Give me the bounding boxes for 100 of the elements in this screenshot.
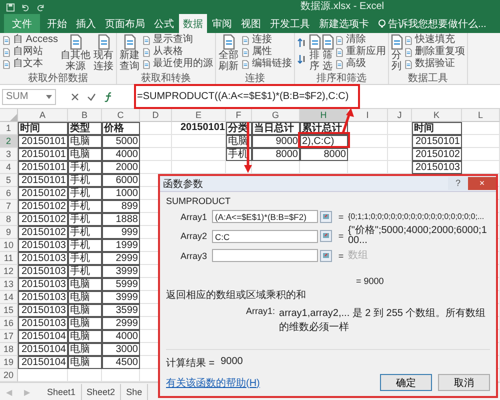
row-header[interactable]: 2 (0, 135, 18, 148)
redo-icon[interactable] (36, 2, 45, 12)
ribbon-tab[interactable]: 数据 (179, 14, 207, 33)
ribbon-button[interactable]: 自其他来源 (60, 34, 92, 73)
save-icon[interactable] (6, 2, 15, 12)
row-header[interactable]: 11 (0, 252, 18, 265)
table-cell: 20150103 (18, 265, 68, 278)
ribbon-tab[interactable]: 页面布局 (101, 14, 149, 33)
ribbon-tab[interactable]: 审阅 (208, 14, 236, 33)
table-cell: 8000 (300, 148, 348, 161)
ribbon-tab[interactable]: 开始 (43, 14, 71, 33)
check-icon[interactable] (86, 92, 96, 100)
row-header[interactable]: 3 (0, 148, 18, 161)
row-header[interactable]: 7 (0, 200, 18, 213)
ribbon-button[interactable]: 新建查询 (119, 34, 140, 73)
ribbon-button[interactable]: 重新应用 (335, 46, 386, 58)
collapse-icon[interactable] (320, 210, 332, 222)
formula-result: = 9000 (356, 276, 385, 286)
column-header[interactable]: F (226, 109, 252, 122)
sheet-tab[interactable]: She (121, 384, 148, 400)
sort-icon[interactable] (297, 54, 308, 64)
ribbon-tab[interactable]: 插入 (72, 14, 100, 33)
ribbon-button[interactable]: 全部刷新 (218, 34, 240, 73)
column-header[interactable]: C (102, 109, 140, 122)
ribbon-button[interactable]: 自文本 (2, 58, 58, 70)
window-title: 数据源.xlsx - Excel (300, 0, 384, 14)
row-header[interactable]: 19 (0, 356, 18, 369)
ribbon-button[interactable]: 编辑链接 (241, 58, 292, 70)
dialog-title: 函数参数 (163, 178, 203, 190)
column-header[interactable]: K (412, 109, 462, 122)
row-header[interactable]: 6 (0, 187, 18, 200)
ribbon-button[interactable]: 显示查询 (142, 34, 214, 46)
function-description: 返回相应的数组或区域乘积的和 (166, 288, 307, 302)
highlight-box (298, 132, 350, 148)
collapse-icon[interactable] (320, 250, 332, 262)
row-header[interactable]: 12 (0, 265, 18, 278)
ribbon-button[interactable]: 分列 (391, 34, 402, 73)
row-header[interactable]: 15 (0, 304, 18, 317)
column-header[interactable]: G (252, 109, 300, 122)
column-header[interactable]: E (172, 109, 226, 122)
column-header[interactable]: B (68, 109, 102, 122)
ribbon-button[interactable]: 现有连接 (93, 34, 114, 73)
ribbon-button[interactable]: 数据验证 (404, 58, 466, 70)
ribbon-button[interactable]: 最近使用的源 (142, 58, 214, 70)
tell-me-field[interactable]: 告诉我您想要做什么... (378, 14, 486, 33)
ribbon-tab[interactable]: 新建选项卡 (315, 14, 373, 33)
sheet-tab[interactable]: Sheet1 (42, 384, 82, 400)
function-icon[interactable] (104, 92, 114, 102)
row-header[interactable]: 10 (0, 239, 18, 252)
column-header[interactable]: H (300, 109, 348, 122)
column-header[interactable]: D (140, 109, 172, 122)
ribbon-button[interactable]: 清除 (335, 34, 386, 46)
ribbon-button[interactable]: 筛选 (322, 34, 334, 73)
row-header[interactable]: 18 (0, 343, 18, 356)
help-button[interactable]: ? (448, 177, 468, 190)
argument-help-label: Array1: (246, 306, 276, 318)
ribbon-button[interactable]: 高级 (335, 58, 386, 70)
ribbon-button[interactable]: 删除重复项 (404, 46, 466, 58)
argument-field[interactable]: (A:A<=$E$1)*(B:B=$F2) (212, 210, 318, 223)
argument-field[interactable]: C:C (212, 230, 318, 242)
column-header[interactable]: I (348, 109, 388, 122)
row-header[interactable]: 9 (0, 226, 18, 239)
ribbon-button[interactable]: 排序 (309, 34, 320, 73)
cancel-button[interactable]: 取消 (438, 374, 490, 391)
ribbon-button[interactable]: 自网站 (2, 46, 58, 58)
ok-button[interactable]: 确定 (380, 374, 432, 391)
table-cell: 20150103 (18, 252, 68, 265)
row-header[interactable]: 4 (0, 161, 18, 174)
sort-icon[interactable] (297, 38, 308, 48)
ribbon-tab[interactable]: 文件 (4, 14, 40, 33)
cancel-icon[interactable] (70, 92, 78, 100)
ribbon-button[interactable]: 快速填充 (404, 34, 466, 46)
document-icon (335, 60, 344, 68)
ribbon-tab[interactable]: 开发工具 (266, 14, 314, 33)
ribbon-button[interactable]: 自 Access (2, 34, 58, 46)
row-header[interactable]: 5 (0, 174, 18, 187)
ribbon-button[interactable]: 从表格 (142, 46, 214, 58)
sheet-tab[interactable]: Sheet2 (82, 384, 122, 400)
column-header[interactable]: J (388, 109, 412, 122)
row-header[interactable]: 20 (0, 369, 18, 382)
row-header[interactable]: 14 (0, 291, 18, 304)
close-button[interactable]: × (468, 177, 496, 190)
table-cell: 手机 (68, 174, 102, 187)
help-link[interactable]: 有关该函数的帮助(H) (166, 376, 260, 390)
column-header[interactable]: L (462, 109, 500, 122)
ribbon-button[interactable]: 属性 (241, 46, 292, 58)
argument-field[interactable] (212, 249, 318, 262)
row-header[interactable]: 13 (0, 278, 18, 291)
formula-field[interactable]: =SUMPRODUCT((A:A<=$E$1)*(B:B=$F2),C:C) (128, 88, 498, 104)
column-header[interactable]: A (18, 109, 68, 122)
row-header[interactable]: 17 (0, 330, 18, 343)
row-header[interactable]: 1 (0, 122, 18, 135)
undo-icon[interactable] (21, 2, 30, 12)
collapse-icon[interactable] (320, 230, 332, 242)
ribbon-tab[interactable]: 视图 (237, 14, 265, 33)
row-header[interactable]: 8 (0, 213, 18, 226)
ribbon-tab[interactable]: 公式 (150, 14, 178, 33)
ribbon-button[interactable]: 连接 (241, 34, 292, 46)
row-header[interactable]: 16 (0, 317, 18, 330)
name-box[interactable]: SUM (2, 88, 56, 104)
